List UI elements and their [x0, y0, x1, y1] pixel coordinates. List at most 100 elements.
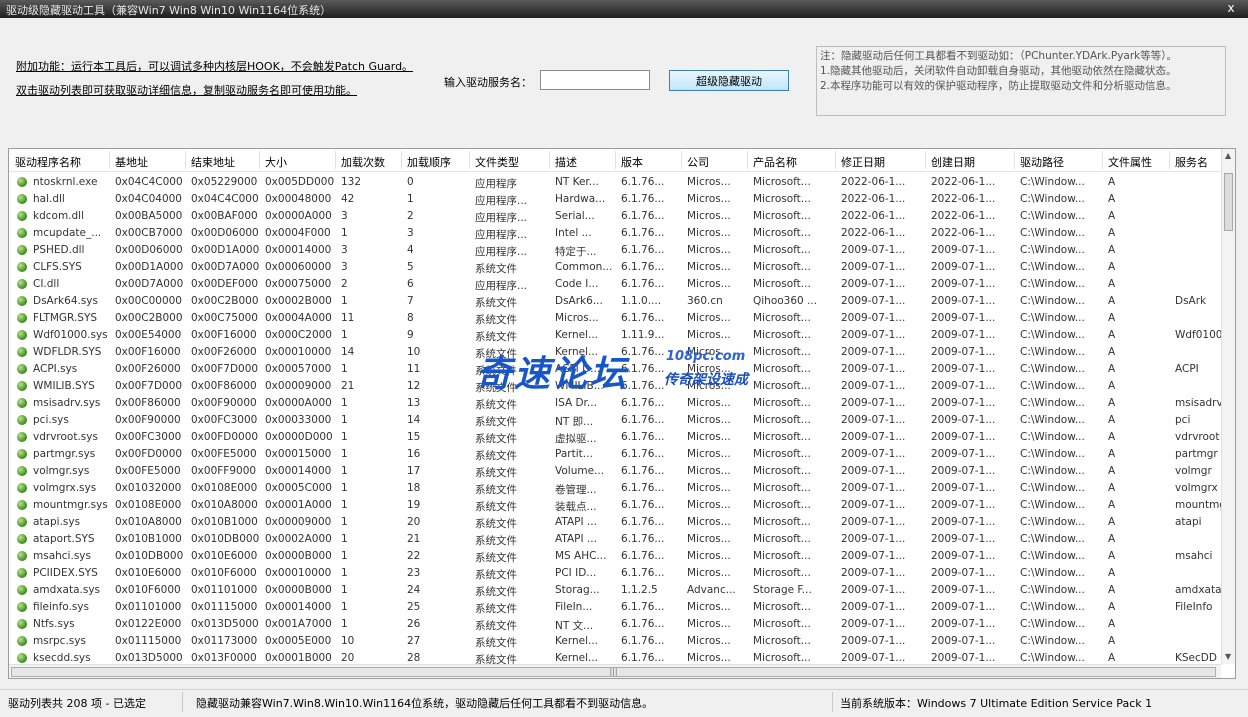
column-header[interactable]: 加载顺序 [407, 154, 451, 170]
table-cell: 0x0001B000 [265, 652, 332, 664]
column-header[interactable]: 大小 [265, 154, 287, 170]
column-divider[interactable] [109, 151, 110, 169]
table-row[interactable]: msrpc.sys 0x01115000 0x01173000 0x0005E000 1… [9, 633, 1221, 650]
table-row[interactable]: mountmgr.sys 0x0108E000 0x010A8000 0x0001A0… [9, 497, 1221, 514]
table-row[interactable]: Ntfs.sys 0x0122E000 0x013D5000 0x001A7000 1 2… [9, 616, 1221, 633]
table-row[interactable]: DsArk64.sys 0x00C00000 0x00C2B000 0x0002B00… [9, 293, 1221, 310]
table-row[interactable]: msisadrv.sys 0x00F86000 0x00F90000 0x0000A0… [9, 395, 1221, 412]
column-divider[interactable] [549, 151, 550, 169]
table-row[interactable]: ntoskrnl.exe 0x04C4C000 0x05229000 0x005DD0… [9, 174, 1221, 191]
green-dot-icon [17, 313, 27, 323]
table-cell: C:\Window... [1020, 244, 1085, 256]
column-divider[interactable] [1014, 151, 1015, 169]
green-dot-icon [17, 194, 27, 204]
table-cell: 0x00FD0000 [115, 448, 183, 460]
table-cell: 系统文件 [475, 569, 517, 581]
status-os-version: 当前系统版本：Windows 7 Ultimate Edition Servic… [840, 697, 1153, 710]
table-cell: 系统文件 [475, 263, 517, 275]
table-row[interactable]: CLFS.SYS 0x00D1A000 0x00D7A000 0x00060000 3 5… [9, 259, 1221, 276]
column-header[interactable]: 加载次数 [341, 154, 385, 170]
table-row[interactable]: amdxata.sys 0x010F6000 0x01101000 0x0000B00… [9, 582, 1221, 599]
table-row[interactable]: PSHED.dll 0x00D06000 0x00D1A000 0x00014000 3… [9, 242, 1221, 259]
vertical-scrollbar[interactable]: ▲ ▼ [1221, 149, 1235, 664]
close-icon[interactable]: x [1220, 1, 1242, 16]
table-row[interactable]: ataport.SYS 0x010B1000 0x010DB000 0x0002A00… [9, 531, 1221, 548]
green-dot-icon [17, 296, 27, 306]
table-row[interactable]: CI.dll 0x00D7A000 0x00DEF000 0x00075000 2 6 应用… [9, 276, 1221, 293]
table-cell: 0x00FC3000 [191, 414, 258, 426]
watermark-text: 奇速论坛 [476, 354, 629, 395]
column-header[interactable]: 结束地址 [191, 154, 235, 170]
column-header[interactable]: 驱动程序名称 [15, 154, 81, 170]
scroll-up-icon[interactable]: ▲ [1225, 151, 1231, 160]
column-header[interactable]: 文件类型 [475, 154, 519, 170]
column-divider[interactable] [335, 151, 336, 169]
table-row[interactable]: volmgrx.sys 0x01032000 0x0108E000 0x0005C00… [9, 480, 1221, 497]
column-header[interactable]: 产品名称 [753, 154, 797, 170]
table-cell: Microsoft... [753, 244, 811, 256]
table-cell: C:\Window... [1020, 448, 1085, 460]
table-cell: amdxata.sys [33, 584, 101, 596]
table-cell: volmgr [1175, 465, 1212, 477]
column-divider[interactable] [1102, 151, 1103, 169]
column-header[interactable]: 修正日期 [841, 154, 885, 170]
table-cell: 2009-07-1... [931, 244, 996, 256]
column-divider[interactable] [469, 151, 470, 169]
table-row[interactable]: msahci.sys 0x010DB000 0x010E6000 0x0000B000… [9, 548, 1221, 565]
table-row[interactable]: atapi.sys 0x010A8000 0x010B1000 0x00009000 1… [9, 514, 1221, 531]
column-divider[interactable] [615, 151, 616, 169]
column-header[interactable]: 公司 [687, 154, 709, 170]
table-cell: A [1108, 210, 1116, 222]
column-header[interactable]: 创建日期 [931, 154, 975, 170]
info-line-hook: 附加功能：运行本工具后，可以调试多种内核层HOOK，不会触发Patch Guar… [16, 60, 414, 73]
table-row[interactable]: fileinfo.sys 0x01101000 0x01115000 0x000140… [9, 599, 1221, 616]
table-cell: 2009-07-1... [841, 465, 906, 477]
horizontal-scrollbar[interactable]: ||| [9, 664, 1221, 678]
table-cell: 15 [407, 431, 421, 443]
column-divider[interactable] [401, 151, 402, 169]
column-header[interactable]: 服务名 [1175, 154, 1208, 170]
column-header[interactable]: 描述 [555, 154, 577, 170]
column-header[interactable]: 文件属性 [1108, 154, 1152, 170]
table-cell: 1 [341, 482, 348, 494]
table-cell: Micros... [687, 193, 731, 205]
table-cell: C:\Window... [1020, 635, 1085, 647]
table-row[interactable]: kdcom.dll 0x00BA5000 0x00BAF000 0x0000A000 3… [9, 208, 1221, 225]
table-row[interactable]: partmgr.sys 0x00FD0000 0x00FE5000 0x0001500… [9, 446, 1221, 463]
table-row[interactable]: Wdf01000.sys 0x00E54000 0x00F16000 0x000C20… [9, 327, 1221, 344]
table-cell: 1 [341, 601, 348, 613]
table-cell: 0x00F86000 [115, 397, 181, 409]
table-row[interactable]: hal.dll 0x04C04000 0x04C4C000 0x00048000 42 1… [9, 191, 1221, 208]
driver-list[interactable]: 驱动程序名称 基地址 结束地址 大小 加载次数 加载顺序 文件类型 描述 版本 公司 产品名称 修正日… [8, 148, 1236, 679]
column-divider[interactable] [1169, 151, 1170, 169]
service-name-input[interactable] [540, 70, 650, 90]
table-cell: Storage F... [753, 584, 812, 596]
horizontal-scroll-thumb[interactable]: ||| [11, 667, 1216, 677]
column-divider[interactable] [747, 151, 748, 169]
table-cell: 1 [407, 193, 414, 205]
table-row[interactable]: vdrvroot.sys 0x00FC3000 0x00FD0000 0x0000D0… [9, 429, 1221, 446]
table-row[interactable]: PCIIDEX.SYS 0x010E6000 0x010F6000 0x0001000… [9, 565, 1221, 582]
column-divider[interactable] [185, 151, 186, 169]
green-dot-icon [17, 449, 27, 459]
scroll-down-icon[interactable]: ▼ [1225, 652, 1231, 661]
table-row[interactable]: volmgr.sys 0x00FE5000 0x00FF9000 0x00014000… [9, 463, 1221, 480]
table-row[interactable]: mcupdate_... 0x00CB7000 0x00D06000 0x0004F0… [9, 225, 1221, 242]
table-cell: 2009-07-1... [841, 533, 906, 545]
table-cell: 1 [341, 533, 348, 545]
column-divider[interactable] [681, 151, 682, 169]
column-divider[interactable] [835, 151, 836, 169]
table-cell: amdxata [1175, 584, 1221, 596]
table-row[interactable]: FLTMGR.SYS 0x00C2B000 0x00C75000 0x0004A000… [9, 310, 1221, 327]
super-hide-driver-button[interactable]: 超级隐藏驱动 [669, 70, 789, 91]
table-cell: 6.1.76... [621, 261, 665, 273]
column-header[interactable]: 驱动路径 [1020, 154, 1064, 170]
column-divider[interactable] [925, 151, 926, 169]
table-row[interactable]: pci.sys 0x00F90000 0x00FC3000 0x00033000 1 14… [9, 412, 1221, 429]
column-header[interactable]: 基地址 [115, 154, 148, 170]
vertical-scroll-thumb[interactable] [1224, 173, 1233, 231]
column-header[interactable]: 版本 [621, 154, 643, 170]
table-cell: Microsoft... [753, 261, 811, 273]
table-cell: 2009-07-1... [841, 550, 906, 562]
column-divider[interactable] [259, 151, 260, 169]
